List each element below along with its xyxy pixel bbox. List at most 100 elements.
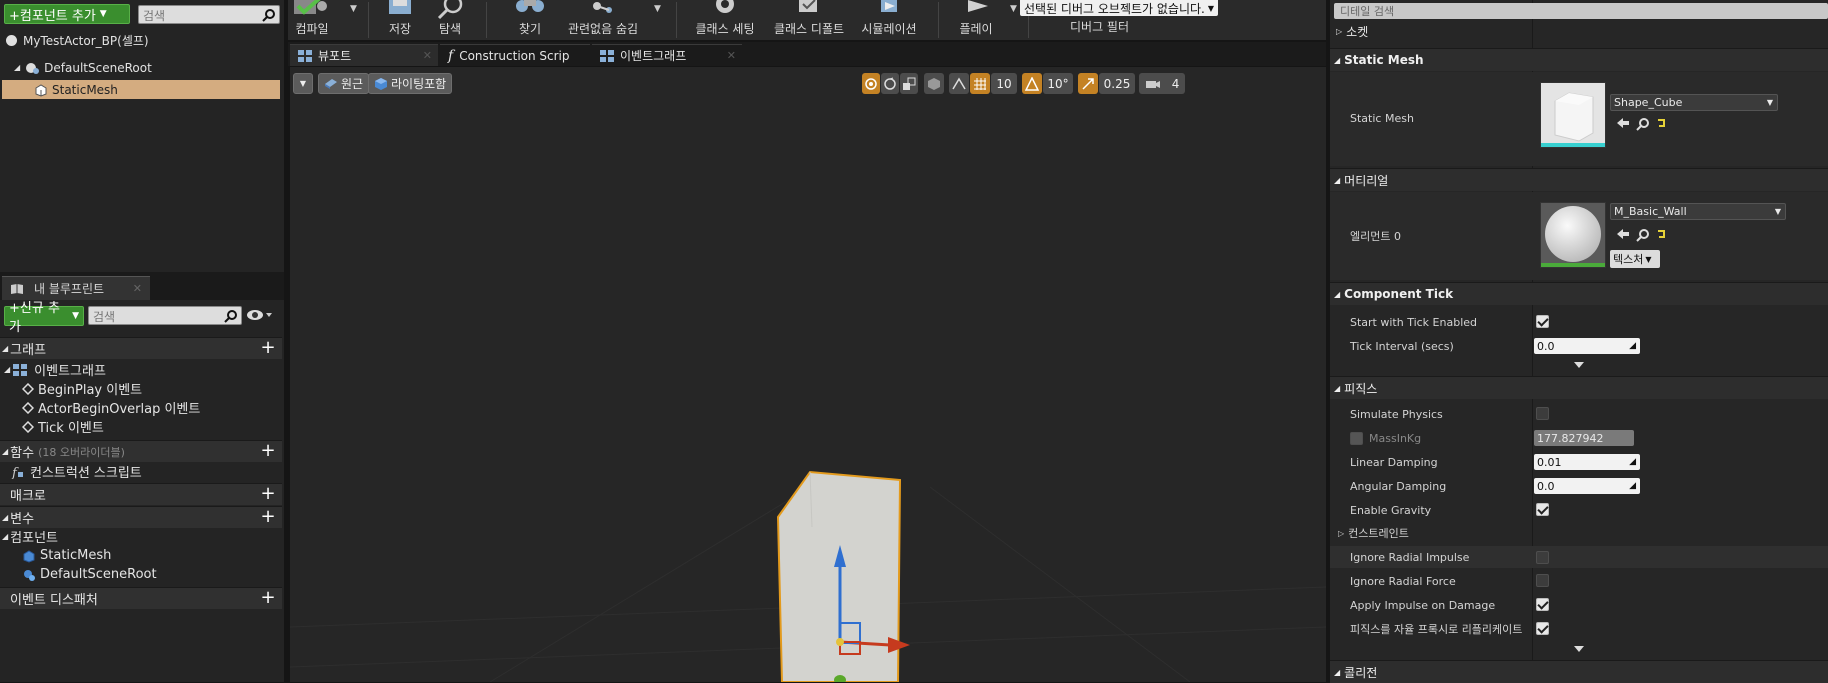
section-variables[interactable]: ◢ 변수 + [0,506,282,528]
angular-damping-field[interactable]: 0.0 ◢ [1534,478,1640,494]
tree-item-staticmesh[interactable]: StaticMesh [2,80,280,99]
add-function-plus-icon[interactable]: + [260,442,276,460]
grid-snap-toggle-icon[interactable] [970,73,990,94]
transform-gizmo[interactable] [810,537,920,682]
simulate-physics-checkbox[interactable] [1536,407,1549,420]
components-search-input[interactable]: 검색 [138,5,280,24]
tree-item-defaultsceneroot[interactable]: ◢ DefaultSceneRoot [0,58,284,77]
details-panel: 디테일 검색 ▷ 소켓 ◢ Static Mesh Static Mesh Sh… [1330,0,1828,683]
browse-button[interactable]: 탐색 [430,0,470,40]
ignore-radial-impulse-checkbox[interactable] [1536,551,1549,564]
event-item-tick[interactable]: Tick 이벤트 [22,417,104,436]
add-event-dispatcher-plus-icon[interactable]: + [260,589,276,607]
start-with-tick-checkbox[interactable] [1536,315,1549,328]
save-button[interactable]: 저장 [380,0,420,40]
constraints-category[interactable]: ▷ 컨스트레인트 [1330,523,1828,543]
tick-interval-field[interactable]: 0.0 ◢ [1534,338,1640,354]
translate-mode-icon[interactable] [862,73,880,94]
material-asset-combo[interactable]: M_Basic_Wall ▼ [1610,203,1786,220]
section-static-mesh[interactable]: ◢ Static Mesh [1330,48,1828,71]
use-selected-arrow-icon[interactable] [1616,228,1630,240]
tab-viewport[interactable]: 뷰포트 ✕ [290,44,438,66]
add-component-button[interactable]: +컴포넌트 추가 ▼ [4,4,130,24]
debug-object-select[interactable]: 선택된 디버그 오브젝트가 없습니다. ▼ [1020,0,1218,16]
add-graph-plus-icon[interactable]: + [260,339,276,357]
browse-asset-search-icon[interactable] [1636,117,1650,131]
camera-speed-button[interactable]: 4 [1139,73,1185,94]
tab-event-graph[interactable]: 이벤트그래프 ✕ [592,44,742,66]
variable-item-staticmesh[interactable]: StaticMesh [22,546,111,565]
rotate-mode-icon[interactable] [881,73,899,94]
blueprint-search-input[interactable]: 검색 [88,306,242,325]
linear-damping-field[interactable]: 0.01 ◢ [1534,454,1640,470]
event-graph-item[interactable]: ◢ 이벤트그래프 [4,360,106,379]
material-thumbnail[interactable] [1540,202,1606,268]
replicate-physics-label: 피직스를 자율 프록시로 리플리케이트 [1350,623,1523,636]
play-options-arrow-icon[interactable]: ▼ [1010,4,1017,14]
ignore-radial-force-checkbox[interactable] [1536,574,1549,587]
use-selected-arrow-icon[interactable] [1616,117,1630,129]
class-defaults-button[interactable]: 클래스 디폴트 [768,0,850,40]
hide-unrelated-button[interactable]: 관련없음 숨김 [562,0,644,40]
world-local-toggle-icon[interactable] [924,73,944,94]
rotation-snap-toggle-icon[interactable] [1022,73,1042,94]
section-functions[interactable]: ◢ 함수 (18 오버라이더블) + [0,440,282,462]
view-mode-lit-button[interactable]: 라이팅포함 [368,73,453,94]
reset-to-default-icon[interactable] [1656,228,1668,240]
close-icon[interactable]: ✕ [727,49,736,62]
hide-unrelated-options-arrow-icon[interactable]: ▼ [654,4,661,14]
static-mesh-thumbnail[interactable] [1540,82,1606,148]
reset-to-default-icon[interactable] [1656,117,1668,129]
section-component-tick[interactable]: ◢ Component Tick [1330,282,1828,305]
scale-snap-value[interactable]: 0.25 [1099,73,1135,94]
section-graphs[interactable]: ◢ 그래프 + [0,337,282,359]
advanced-expand-chevron-icon[interactable] [1330,645,1828,655]
element0-label: 엘리먼트 0 [1350,230,1401,243]
mass-in-kg-field[interactable]: 177.827942 [1534,430,1634,446]
event-item-actorbeginoverlap[interactable]: ActorBeginOverlap 이벤트 [22,398,200,417]
components-category[interactable]: ◢ 컴포넌트 [2,527,58,546]
section-event-dispatchers[interactable]: 이벤트 디스패처 + [0,587,282,609]
compile-options-arrow-icon[interactable]: ▼ [350,4,357,14]
variable-item-defaultsceneroot[interactable]: DefaultSceneRoot [22,565,157,584]
close-icon[interactable]: ✕ [133,282,142,295]
perspective-button[interactable]: 원근 [318,73,370,94]
browse-asset-search-icon[interactable] [1636,228,1650,242]
close-icon[interactable]: ✕ [423,49,432,62]
lit-cube-icon [374,77,388,90]
section-physics[interactable]: ◢ 피직스 [1330,376,1828,399]
find-button[interactable]: 찾기 [510,0,550,40]
event-item-beginplay[interactable]: BeginPlay 이벤트 [22,379,142,398]
apply-impulse-on-damage-checkbox[interactable] [1536,598,1549,611]
rotation-snap-value[interactable]: 10° [1043,73,1073,94]
sockets-category[interactable]: ▷ 소켓 [1330,22,1828,40]
compile-button[interactable]: 컴파일 [292,0,332,40]
textures-dropdown[interactable]: 텍스처 ▼ [1610,250,1660,268]
collapse-triangle-icon: ◢ [4,365,11,374]
surface-snapping-icon[interactable] [949,73,969,94]
enable-gravity-checkbox[interactable] [1536,503,1549,516]
add-variable-plus-icon[interactable]: + [260,508,276,526]
add-new-button[interactable]: +신규 추가 ▼ [4,301,84,335]
mass-override-checkbox[interactable] [1350,431,1363,445]
simulation-button[interactable]: 시뮬레이션 [854,0,924,40]
replicate-physics-checkbox[interactable] [1536,622,1549,635]
section-materials[interactable]: ◢ 머티리얼 [1330,168,1828,191]
tab-construction-script[interactable]: f Construction Scrip [440,44,590,66]
details-search-input[interactable]: 디테일 검색 [1334,3,1828,19]
viewport-options-button[interactable]: ▼ [293,73,313,94]
advanced-expand-chevron-icon[interactable] [1330,361,1828,371]
add-macro-plus-icon[interactable]: + [260,485,276,503]
viewport[interactable]: ▼ 원근 라이팅포함 10 10° 0.25 4 [290,67,1326,682]
class-settings-button[interactable]: 클래스 세팅 [690,0,760,40]
scale-snap-toggle-icon[interactable] [1078,73,1098,94]
static-mesh-asset-combo[interactable]: Shape_Cube ▼ [1610,94,1778,111]
grid-snap-value[interactable]: 10 [991,73,1017,94]
tree-item-self[interactable]: MyTestActor_BP(셀프) [0,31,284,50]
play-button[interactable]: 플레이 [948,0,1004,40]
section-collision[interactable]: ◢ 콜리전 [1330,660,1828,683]
view-options-eye-icon[interactable] [246,307,274,323]
section-macros[interactable]: 매크로 + [0,483,282,505]
construction-script-item[interactable]: f 컨스트럭션 스크립트 [10,462,142,482]
scale-mode-icon[interactable] [900,73,918,94]
